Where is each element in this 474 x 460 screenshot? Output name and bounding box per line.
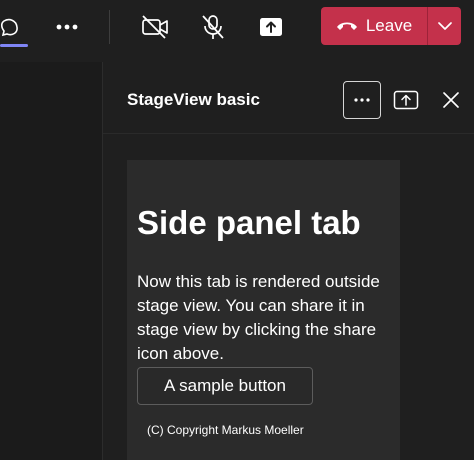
meeting-toolbar: Leave (0, 0, 474, 62)
tab-description: Now this tab is rendered outside stage v… (137, 272, 380, 363)
hangup-icon (336, 22, 357, 30)
side-panel-more-button[interactable] (343, 81, 381, 119)
share-to-stage-icon (393, 90, 419, 110)
leave-options-button[interactable] (428, 7, 461, 45)
close-panel-button[interactable] (435, 84, 467, 116)
copyright-text: (C) Copyright Markus Moeller (147, 423, 304, 437)
toolbar-divider (109, 10, 110, 44)
share-to-stage-button[interactable] (390, 84, 422, 116)
tab-content: Side panel tab Now this tab is rendered … (127, 160, 400, 460)
sample-button[interactable]: A sample button (137, 367, 313, 405)
close-icon (443, 92, 459, 108)
side-panel-title: StageView basic (127, 90, 260, 109)
leave-button-group: Leave (321, 7, 461, 45)
side-panel: StageView basic Side panel tab Now this … (102, 62, 474, 460)
chat-icon[interactable] (0, 10, 22, 44)
leave-label: Leave (365, 16, 413, 35)
more-options-icon[interactable] (50, 10, 84, 44)
tab-heading: Side panel tab (137, 204, 361, 241)
side-panel-header: StageView basic (103, 62, 474, 134)
active-tab-indicator (0, 44, 28, 47)
share-icon[interactable] (254, 10, 288, 44)
more-icon (354, 98, 370, 102)
chevron-down-icon (437, 22, 452, 30)
mic-off-icon[interactable] (196, 10, 230, 44)
camera-off-icon[interactable] (138, 10, 172, 44)
leave-button[interactable]: Leave (321, 7, 427, 45)
meeting-stage-area (0, 62, 102, 460)
